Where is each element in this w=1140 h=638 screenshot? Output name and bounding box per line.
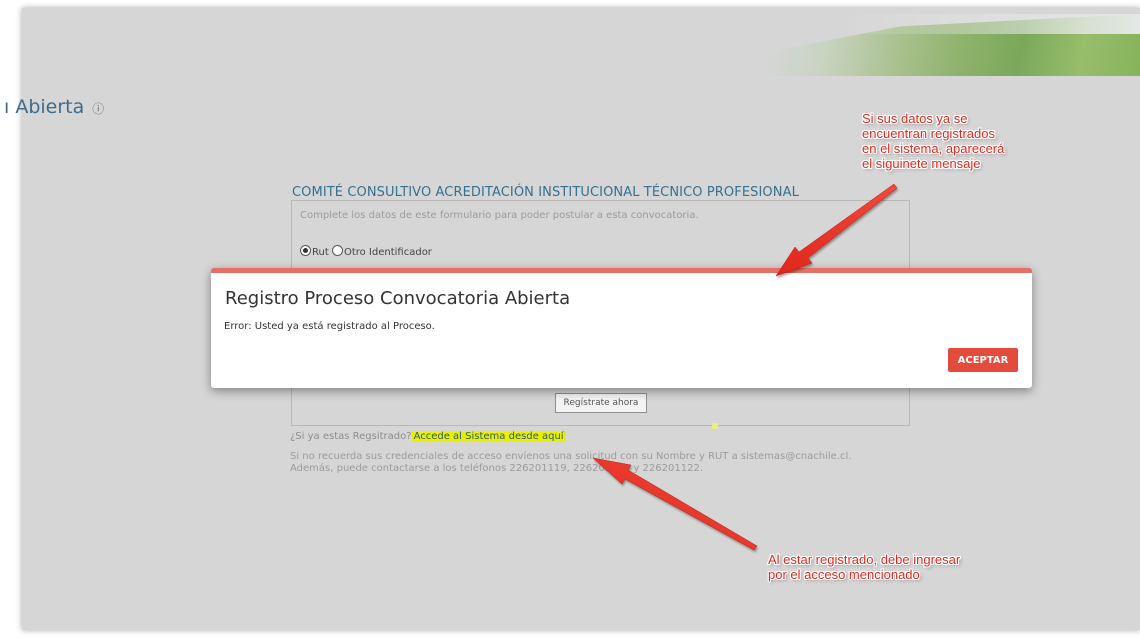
annotation-bottom: Al estar registrado, debe ingresar por e… <box>768 552 960 582</box>
radio-other-identifier[interactable] <box>331 245 343 256</box>
already-registered-line: ¿Si ya estas Regsitrado? Accede al Sistem… <box>290 431 566 442</box>
highlight-marker <box>712 423 718 429</box>
credentials-note-line2: Además, puede contactarse a los teléfono… <box>290 463 703 474</box>
dialog-title: Registro Proceso Convocatoria Abierta <box>225 288 571 309</box>
radio-other-label: Otro Identificador <box>343 247 432 258</box>
identifier-radio-group: Rut Otro Identificador <box>300 245 432 258</box>
dialog-message: Error: Usted ya está registrado al Proce… <box>224 321 435 332</box>
form-description: Complete los datos de este formulario pa… <box>300 210 699 221</box>
accept-button[interactable]: ACEPTAR <box>948 348 1018 372</box>
screenshot: ı Abierta ⓘ COMITÉ CONSULTIVO ACREDITACI… <box>0 0 1140 638</box>
form-title: COMITÉ CONSULTIVO ACREDITACIÓN INSTITUCI… <box>292 185 799 200</box>
annotation-top-line1: Si sus datos ya se <box>862 111 968 126</box>
page-title: ı Abierta ⓘ <box>4 96 104 118</box>
credentials-note-line1: Si no recuerda sus credenciales de acces… <box>290 451 852 462</box>
access-system-link[interactable]: Accede al Sistema desde aquí <box>411 431 566 442</box>
info-icon[interactable]: ⓘ <box>92 102 104 116</box>
error-dialog: Registro Proceso Convocatoria Abierta Er… <box>211 268 1032 388</box>
register-box: Regístrate ahora <box>291 382 910 426</box>
radio-rut[interactable] <box>300 245 311 256</box>
annotation-top-line2: encuentran registrados <box>862 126 995 141</box>
annotation-top-line3: en el sistema, aparecerá <box>862 141 1005 156</box>
annotation-top-line4: el siguinete mensaje <box>862 156 981 171</box>
credentials-note: Si no recuerda sus credenciales de acces… <box>290 451 851 475</box>
header-banner-sky <box>840 14 1140 34</box>
radio-rut-label: Rut <box>312 247 329 258</box>
annotation-bottom-line1: Al estar registrado, debe ingresar <box>768 552 961 567</box>
form-box: Complete los datos de este formulario pa… <box>291 200 910 274</box>
already-registered-text: ¿Si ya estas Regsitrado? <box>290 431 412 442</box>
page-title-text: ı Abierta <box>4 96 85 118</box>
annotation-top: Si sus datos ya se encuentran registrado… <box>862 111 1004 171</box>
register-button[interactable]: Regístrate ahora <box>555 393 647 413</box>
annotation-bottom-line2: por el acceso mencionado <box>768 567 920 582</box>
